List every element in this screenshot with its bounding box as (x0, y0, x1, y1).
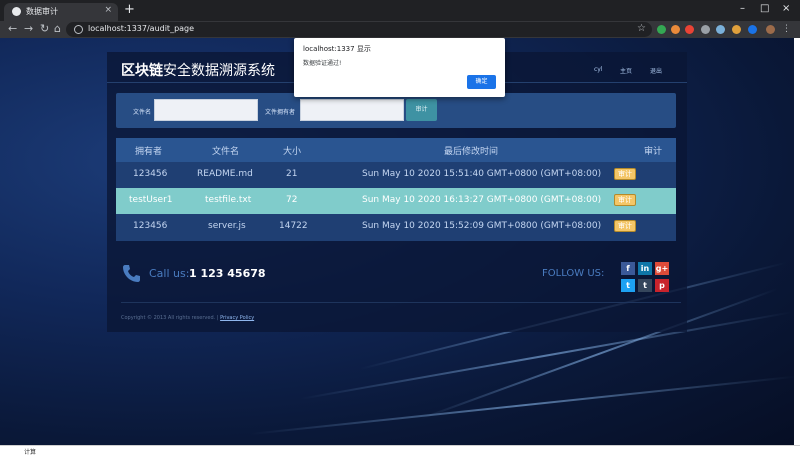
cell-modified: Sun May 10 2020 15:52:09 GMT+0800 (GMT+0… (362, 221, 602, 231)
footer-divider (121, 302, 681, 303)
copyright-text: Copyright © 2013 All rights reserved. | … (121, 315, 255, 321)
browser-tabstrip: 数据审计 × + – □ × (0, 0, 800, 21)
copyright-notice: Copyright © 2013 All rights reserved. (121, 315, 216, 321)
linkedin-icon[interactable]: in (638, 262, 652, 275)
cell-owner: 123456 (133, 221, 168, 231)
tab-title: 数据审计 (26, 7, 58, 16)
dialog-ok-button[interactable]: 确定 (467, 75, 496, 89)
favicon-icon (12, 7, 21, 16)
filename-input[interactable] (154, 99, 258, 121)
dialog-title: localhost:1337 显示 (303, 45, 371, 53)
cell-owner: testUser1 (129, 195, 173, 205)
dialog-message: 数据验证通过! (303, 60, 342, 67)
filename-label: 文件名 (133, 109, 152, 116)
audit-search-button[interactable]: 审计 (406, 99, 437, 121)
google-plus-icon[interactable]: g+ (655, 262, 669, 275)
pinterest-icon[interactable]: p (655, 279, 669, 292)
cell-filename: server.js (208, 221, 246, 231)
site-title-rest: 安全数据溯源系统 (163, 63, 275, 79)
cell-size: 14722 (279, 221, 308, 231)
bg-streak (249, 375, 798, 435)
maximize-icon[interactable]: □ (760, 3, 769, 15)
cell-modified: Sun May 10 2020 15:51:40 GMT+0800 (GMT+0… (362, 169, 602, 179)
cell-modified: Sun May 10 2020 16:13:27 GMT+0800 (GMT+0… (362, 195, 602, 205)
alert-dialog: localhost:1337 显示 数据验证通过! 确定 (294, 38, 505, 97)
call-number: 1 123 45678 (189, 267, 266, 280)
table-row[interactable]: testUser1 testfile.txt 72 Sun May 10 202… (116, 188, 676, 214)
files-table: 拥有者 文件名 大小 最后修改时间 审计 123456 README.md 21… (116, 138, 676, 241)
reload-icon[interactable]: ↻ (40, 22, 49, 36)
nav-user[interactable]: cyl (594, 66, 603, 73)
menu-kebab-icon[interactable]: ⋮ (782, 25, 791, 34)
table-header: 拥有者 文件名 大小 最后修改时间 审计 (116, 138, 676, 162)
owner-input[interactable] (300, 99, 404, 121)
site-title: 区块链安全数据溯源系统 (121, 60, 275, 80)
background-window-edge (794, 38, 800, 445)
cell-size: 72 (286, 195, 298, 205)
extension-icon-5[interactable] (716, 25, 725, 34)
new-tab-button[interactable]: + (124, 3, 135, 17)
column-header-filename: 文件名 (212, 147, 240, 157)
phone-icon (123, 265, 140, 282)
table-row[interactable]: 123456 server.js 14722 Sun May 10 2020 1… (116, 214, 676, 240)
extension-icon-2[interactable] (671, 25, 680, 34)
minimize-icon[interactable]: – (740, 3, 745, 15)
tab-close-icon[interactable]: × (104, 5, 112, 15)
forward-icon[interactable]: → (24, 22, 33, 36)
row-audit-button[interactable]: 审计 (614, 168, 636, 180)
bookmark-star-icon[interactable]: ☆ (637, 23, 646, 34)
back-icon[interactable]: ← (8, 22, 17, 36)
page-viewport: 区块链安全数据溯源系统 cyl 主页 退出 文件名 文件拥有者 审计 拥有者 文… (0, 38, 800, 445)
nav-logout[interactable]: 退出 (650, 66, 662, 75)
home-icon[interactable]: ⌂ (54, 22, 61, 36)
extension-icon-6[interactable] (732, 25, 741, 34)
site-title-bold: 区块链 (121, 63, 163, 79)
column-header-audit: 审计 (644, 147, 663, 157)
taskbar: 计算 (0, 445, 800, 455)
extension-icon-1[interactable] (657, 25, 666, 34)
column-header-size: 大小 (283, 147, 302, 157)
call-label: Call us: (149, 267, 190, 280)
taskbar-item[interactable]: 计算 (24, 447, 36, 455)
site-info-icon[interactable] (74, 25, 83, 34)
address-bar[interactable]: localhost:1337/audit_page ☆ (66, 22, 652, 37)
privacy-policy-link[interactable]: Privacy Policy (220, 315, 254, 321)
extension-icon-3[interactable] (685, 25, 694, 34)
row-audit-button[interactable]: 审计 (614, 220, 636, 232)
nav-home[interactable]: 主页 (620, 66, 632, 75)
search-form: 文件名 文件拥有者 审计 (116, 93, 676, 128)
cell-filename: testfile.txt (205, 195, 252, 205)
table-row[interactable]: 123456 README.md 21 Sun May 10 2020 15:5… (116, 162, 676, 188)
cell-filename: README.md (197, 169, 253, 179)
profile-avatar[interactable] (766, 25, 775, 34)
cell-size: 21 (286, 169, 298, 179)
cell-owner: 123456 (133, 169, 168, 179)
tumblr-icon[interactable]: t (638, 279, 652, 292)
twitter-icon[interactable]: t (621, 279, 635, 292)
column-header-modified: 最后修改时间 (444, 147, 499, 157)
browser-tab[interactable]: 数据审计 × (4, 3, 118, 21)
column-header-owner: 拥有者 (135, 147, 163, 157)
close-window-icon[interactable]: × (782, 3, 790, 15)
row-audit-button[interactable]: 审计 (614, 194, 636, 206)
extension-icon-7[interactable] (748, 25, 757, 34)
follow-label: FOLLOW US: (542, 268, 605, 279)
url-text: localhost:1337/audit_page (88, 24, 195, 33)
browser-toolbar: ← → ↻ ⌂ localhost:1337/audit_page ☆ ⋮ (0, 21, 800, 38)
owner-label: 文件拥有者 (265, 109, 296, 116)
facebook-icon[interactable]: f (621, 262, 635, 275)
extension-icon-4[interactable] (701, 25, 710, 34)
